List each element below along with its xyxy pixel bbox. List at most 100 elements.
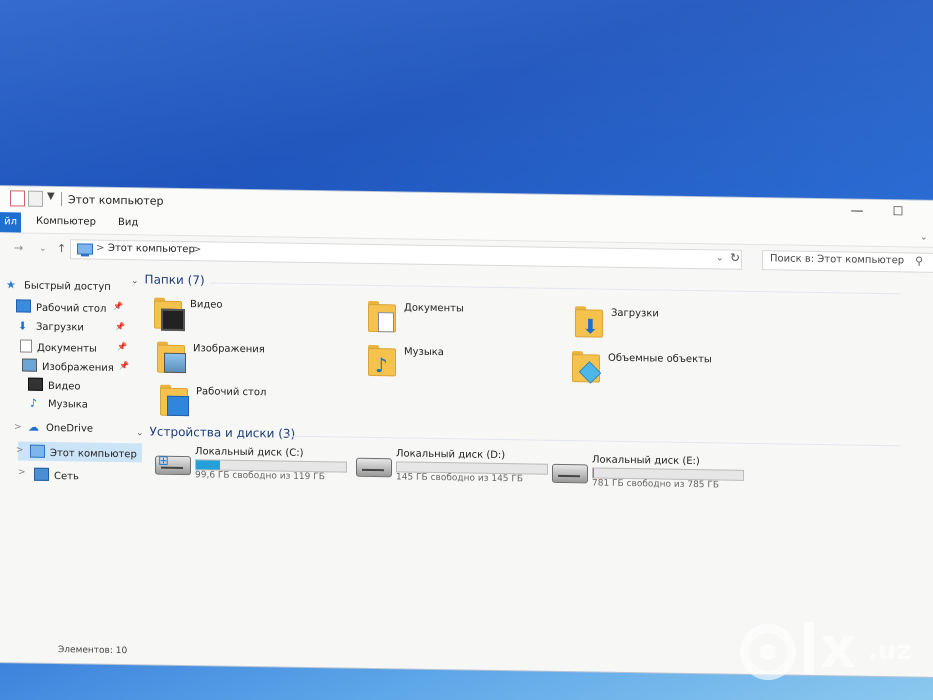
documents-folder-icon	[366, 300, 398, 333]
search-input[interactable]: Поиск в: Этот компьютер ⚲	[762, 250, 933, 273]
folder-item[interactable]: ⬇ Загрузки	[573, 305, 773, 348]
folder-label: Видео	[190, 299, 223, 311]
hard-drive-icon	[552, 463, 588, 484]
downloads-folder-icon: ⬇	[573, 305, 605, 339]
video-icon	[28, 377, 43, 391]
properties-icon[interactable]	[10, 190, 25, 207]
folder-item[interactable]: ♪ Музыка	[366, 344, 566, 387]
nav-item-downloads[interactable]: ⬇ Загрузки	[18, 319, 84, 333]
olx-logo-x: x	[820, 616, 857, 681]
drive-free-space: 99,6 ГБ свободно из 119 ГБ	[195, 470, 325, 483]
recent-locations-dropdown-icon[interactable]: ⌄	[39, 244, 47, 254]
tab-view[interactable]: Вид	[118, 217, 138, 228]
folder-item[interactable]: Документы	[366, 300, 566, 343]
forward-arrow-icon[interactable]: →	[14, 241, 23, 254]
drive-free-space: 145 ГБ свободно из 145 ГБ	[396, 472, 524, 485]
new-folder-icon[interactable]	[28, 190, 43, 207]
desktop-background	[0, 0, 933, 190]
music-folder-icon: ♪	[366, 344, 398, 377]
address-bar[interactable]: > Этот компьютер > ⌄ ↻	[70, 239, 742, 270]
nav-onedrive-label: OneDrive	[46, 422, 94, 435]
music-note-icon: ♪	[30, 396, 38, 410]
nav-item-desktop[interactable]: Рабочий стол	[16, 299, 106, 315]
folders-group-title: Папки (7)	[144, 272, 205, 288]
drive-usage-fill	[593, 468, 594, 478]
folder-label: Музыка	[404, 346, 444, 359]
drive-item[interactable]: Локальный диск (E:) 781 ГБ свободно из 7…	[552, 454, 752, 491]
pin-icon[interactable]: 📌	[119, 361, 129, 370]
minimize-button[interactable]: —	[847, 203, 867, 219]
pin-icon[interactable]: 📌	[117, 342, 127, 351]
drive-item[interactable]: Локальный диск (D:) 145 ГБ свободно из 1…	[356, 448, 556, 485]
nav-network[interactable]: Сеть	[34, 467, 79, 483]
search-placeholder: Поиск в: Этот компьютер	[770, 253, 905, 267]
title-separator	[61, 192, 62, 207]
drive-item[interactable]: ⊞ Локальный диск (C:) 99,6 ГБ свободно и…	[155, 446, 355, 483]
address-dropdown-icon[interactable]: ⌄	[716, 253, 724, 263]
up-arrow-icon[interactable]: ↑	[57, 242, 66, 255]
drives-group-header[interactable]: ⌄ Устройства и диски (3)	[136, 424, 295, 441]
nav-quick-access-label: Быстрый доступ	[24, 280, 111, 293]
olx-logo-o	[740, 624, 796, 680]
file-explorer-window: ▼ Этот компьютер — ☐ йл Компьютер Вид ⌄ …	[0, 186, 933, 677]
pin-icon[interactable]: 📌	[113, 302, 123, 311]
drives-group-title: Устройства и диски (3)	[149, 424, 296, 441]
expand-this-pc-icon[interactable]: >	[16, 445, 24, 455]
star-icon: ★	[6, 278, 16, 292]
maximize-button[interactable]: ☐	[888, 204, 908, 218]
nav-item-pictures[interactable]: Изображения	[22, 358, 114, 374]
folders-group-header[interactable]: ⌄ Папки (7)	[131, 272, 205, 287]
group-divider	[286, 435, 900, 447]
tab-computer[interactable]: Компьютер	[36, 216, 96, 228]
computer-icon	[30, 444, 45, 458]
breadcrumb-separator[interactable]: >	[96, 243, 104, 254]
desktop-icon	[16, 299, 31, 313]
folder-label: Документы	[404, 302, 464, 315]
drive-free-space: 781 ГБ свободно из 785 ГБ	[592, 478, 720, 491]
pin-icon[interactable]: 📌	[115, 322, 125, 331]
folder-item[interactable]: Рабочий стол	[158, 384, 358, 427]
nav-item-music[interactable]: ♪ Музыка	[30, 397, 88, 411]
nav-item-label: Видео	[48, 380, 81, 393]
folder-label: Объемные объекты	[608, 352, 712, 366]
nav-network-label: Сеть	[54, 471, 79, 483]
cloud-icon: ☁	[28, 420, 39, 434]
pictures-folder-icon	[155, 341, 187, 374]
expand-onedrive-icon[interactable]: >	[14, 422, 22, 432]
tab-file[interactable]: йл	[0, 212, 21, 233]
download-arrow-icon: ⬇	[18, 319, 28, 333]
expand-network-icon[interactable]: >	[18, 467, 26, 477]
video-folder-icon	[152, 297, 185, 332]
nav-this-pc-label: Этот компьютер	[50, 447, 137, 461]
folder-item[interactable]: Объемные объекты	[570, 350, 770, 393]
folder-label: Загрузки	[611, 307, 659, 320]
nav-this-pc[interactable]: Этот компьютер	[30, 444, 137, 461]
nav-item-videos[interactable]: Видео	[28, 377, 81, 393]
breadcrumb-this-pc[interactable]: Этот компьютер	[108, 243, 195, 255]
nav-onedrive[interactable]: ☁ OneDrive	[28, 421, 93, 435]
drive-usage-fill	[196, 460, 220, 470]
nav-item-label: Загрузки	[36, 321, 84, 334]
collapse-chevron-icon[interactable]: ⌄	[131, 276, 139, 286]
search-icon[interactable]: ⚲	[915, 255, 923, 268]
folder-label: Рабочий стол	[196, 386, 267, 399]
nav-quick-access[interactable]: ★ Быстрый доступ	[6, 278, 111, 293]
expand-ribbon-icon[interactable]: ⌄	[920, 233, 928, 243]
nav-item-documents[interactable]: Документы	[20, 339, 97, 355]
drive-name: Локальный диск (C:)	[195, 446, 304, 459]
drive-name: Локальный диск (E:)	[592, 454, 700, 468]
olx-watermark-logo: x .uz	[740, 616, 925, 686]
collapse-chevron-icon[interactable]: ⌄	[136, 428, 144, 438]
folder-item[interactable]: Видео	[152, 297, 352, 340]
nav-item-label: Документы	[37, 342, 97, 355]
hard-drive-icon	[356, 457, 392, 478]
network-icon	[34, 467, 49, 481]
breadcrumb-separator-end[interactable]: >	[193, 244, 201, 255]
quick-access-toolbar-dropdown-icon[interactable]: ▼	[47, 191, 55, 202]
folder-item[interactable]: Изображения	[155, 341, 355, 384]
olx-logo-l	[804, 622, 814, 674]
system-drive-icon: ⊞	[155, 454, 191, 476]
drive-name: Локальный диск (D:)	[396, 448, 506, 462]
folder-label: Изображения	[193, 343, 265, 356]
refresh-icon[interactable]: ↻	[730, 251, 740, 265]
